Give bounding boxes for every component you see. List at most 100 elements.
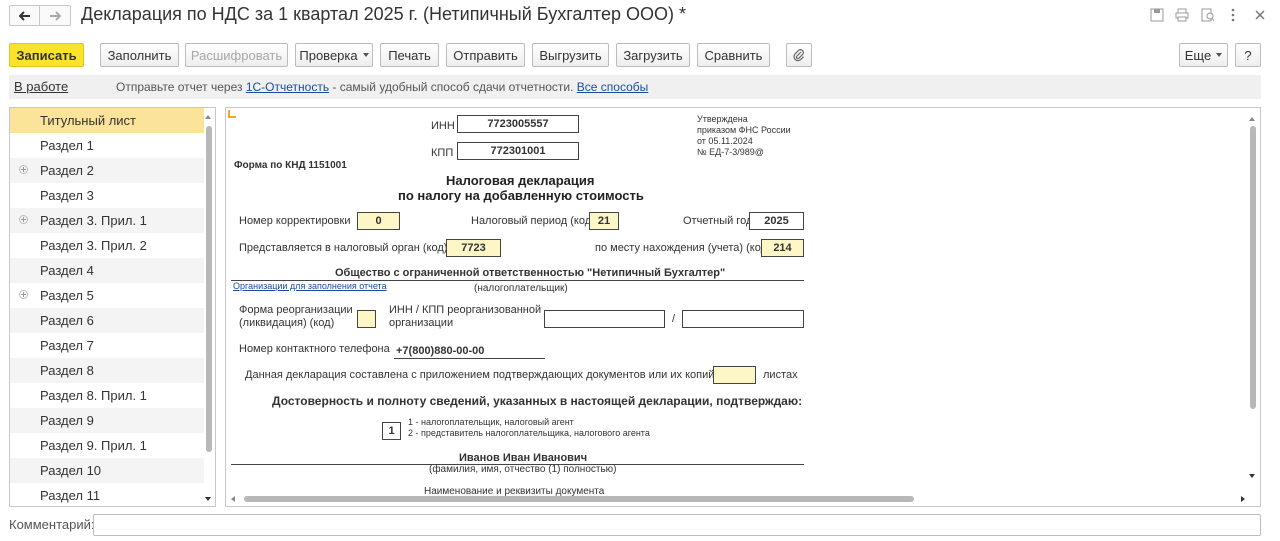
corner-marker <box>228 110 236 118</box>
section-title-page[interactable]: Титульный лист <box>10 108 204 133</box>
section-8-app-1[interactable]: Раздел 8. Прил. 1 <box>10 383 204 408</box>
attachments-label: Данная декларация составлена с приложени… <box>245 369 730 381</box>
send-button[interactable]: Отправить <box>446 43 525 67</box>
section-4[interactable]: Раздел 4 <box>10 258 204 283</box>
section-label: Раздел 7 <box>40 338 94 353</box>
print-icon[interactable] <box>1174 7 1190 23</box>
form-vertical-scrollbar[interactable] <box>1248 112 1258 482</box>
section-2[interactable]: Раздел 2 <box>10 158 204 183</box>
section-3[interactable]: Раздел 3 <box>10 183 204 208</box>
section-9[interactable]: Раздел 9 <box>10 408 204 433</box>
forward-button[interactable] <box>40 5 71 26</box>
section-label: Раздел 9. Прил. 1 <box>40 438 147 453</box>
section-5[interactable]: Раздел 5 <box>10 283 204 308</box>
section-3-app-1[interactable]: Раздел 3. Прил. 1 <box>10 208 204 233</box>
period-label: Налоговый период (код) <box>471 215 595 227</box>
heading-line-1: Налоговая декларация <box>446 173 595 188</box>
print-button[interactable]: Печать <box>380 43 439 67</box>
signer-caption: (фамилия, имя, отчество (1) полностью) <box>429 464 617 475</box>
compare-button[interactable]: Сравнить <box>697 43 770 67</box>
paperclip-icon <box>793 49 804 62</box>
year-field[interactable]: 2025 <box>749 212 804 230</box>
info-text-middle: - самый удобный способ сдачи отчетности. <box>329 80 577 94</box>
section-label: Раздел 6 <box>40 313 94 328</box>
save-button[interactable]: Записать <box>9 43 84 67</box>
scroll-up-icon[interactable] <box>1249 117 1255 121</box>
correction-field[interactable]: 0 <box>357 212 400 230</box>
reorg-inn-field[interactable] <box>544 310 665 328</box>
section-10[interactable]: Раздел 10 <box>10 458 204 483</box>
reorg-label-2: (ликвидация) (код) <box>239 317 335 329</box>
kpp-label: КПП <box>431 147 454 159</box>
export-button[interactable]: Выгрузить <box>532 43 609 67</box>
check-dropdown[interactable]: Проверка <box>295 43 373 67</box>
title-bar: Декларация по НДС за 1 квартал 2025 г. (… <box>0 0 1280 32</box>
authority-field[interactable]: 7723 <box>446 239 501 257</box>
signer-code-field[interactable]: 1 <box>382 422 401 440</box>
expand-icon[interactable] <box>19 165 28 174</box>
form-horizontal-thumb[interactable] <box>244 496 914 502</box>
location-field[interactable]: 214 <box>761 239 804 257</box>
approved-line-4: № ЕД-7-3/989@ <box>697 147 764 157</box>
decode-button[interactable]: Расшифровать <box>185 43 288 67</box>
heading-line-2: по налогу на добавленную стоимость <box>398 188 644 203</box>
scroll-left-icon[interactable] <box>231 496 235 502</box>
kpp-field[interactable]: 772301001 <box>457 142 579 160</box>
link-all-methods[interactable]: Все способы <box>577 80 649 94</box>
form-vertical-thumb[interactable] <box>1250 126 1256 409</box>
more-label: Еще <box>1184 47 1212 63</box>
reorg-label-1: Форма реорганизации <box>239 304 353 316</box>
preview-icon[interactable] <box>1200 7 1216 23</box>
period-field[interactable]: 21 <box>589 212 619 230</box>
approved-line-3: от 05.11.2024 <box>697 136 753 146</box>
expand-icon[interactable] <box>19 290 28 299</box>
inn-field[interactable]: 7723005557 <box>457 115 579 133</box>
help-button[interactable]: ? <box>1235 43 1261 67</box>
form-horizontal-scrollbar[interactable] <box>230 494 1246 504</box>
approved-line-1: Утверждена <box>697 114 748 124</box>
section-label: Раздел 9 <box>40 413 94 428</box>
more-dropdown[interactable]: Еще <box>1179 43 1228 67</box>
fill-button[interactable]: Заполнить <box>100 43 179 67</box>
section-7[interactable]: Раздел 7 <box>10 333 204 358</box>
scroll-up-icon[interactable] <box>205 115 211 119</box>
attach-button[interactable] <box>786 43 812 67</box>
signer-option-2: 2 - представитель налогоплательщика, нал… <box>408 428 650 438</box>
section-3-app-2[interactable]: Раздел 3. Прил. 2 <box>10 233 204 258</box>
comment-input[interactable] <box>93 514 1261 536</box>
status-link[interactable]: В работе <box>14 79 68 94</box>
section-11[interactable]: Раздел 11 <box>10 483 204 506</box>
phone-field[interactable]: +7(800)880-00-00 <box>396 345 484 357</box>
location-label: по месту нахождения (учета) (код) <box>595 242 771 254</box>
phone-underline <box>394 358 545 359</box>
sidebar-scroll-thumb[interactable] <box>206 126 212 452</box>
section-8[interactable]: Раздел 8 <box>10 358 204 383</box>
section-label: Раздел 1 <box>40 138 94 153</box>
correction-label: Номер корректировки <box>239 215 351 227</box>
section-label: Раздел 5 <box>40 288 94 303</box>
reorg-kpp-field[interactable] <box>682 310 804 328</box>
back-button[interactable] <box>9 5 40 26</box>
command-bar: Записать Заполнить Расшифровать Проверка… <box>0 43 1280 67</box>
more-vertical-icon[interactable] <box>1225 7 1241 23</box>
import-button[interactable]: Загрузить <box>616 43 690 67</box>
scroll-down-icon[interactable] <box>205 497 211 501</box>
close-icon[interactable] <box>1252 7 1268 23</box>
section-label: Раздел 3. Прил. 2 <box>40 238 147 253</box>
arrow-right-icon <box>50 10 61 21</box>
section-1[interactable]: Раздел 1 <box>10 133 204 158</box>
section-6[interactable]: Раздел 6 <box>10 308 204 333</box>
save-disk-icon[interactable] <box>1149 7 1165 23</box>
reorg-form-field[interactable] <box>357 310 376 328</box>
sidebar-scrollbar[interactable] <box>204 110 214 505</box>
section-9-app-1[interactable]: Раздел 9. Прил. 1 <box>10 433 204 458</box>
attachments-sheets-field[interactable] <box>713 366 756 384</box>
scroll-down-icon[interactable] <box>1249 474 1255 478</box>
signer-name[interactable]: Иванов Иван Иванович <box>459 452 587 464</box>
link-1c-reporting[interactable]: 1С-Отчетность <box>246 80 329 94</box>
window-title: Декларация по НДС за 1 квартал 2025 г. (… <box>81 4 686 24</box>
check-label: Проверка <box>299 47 358 63</box>
scroll-right-icon[interactable] <box>1241 496 1245 502</box>
org-select-link[interactable]: Организации для заполнения отчета <box>233 281 387 291</box>
expand-icon[interactable] <box>19 215 28 224</box>
